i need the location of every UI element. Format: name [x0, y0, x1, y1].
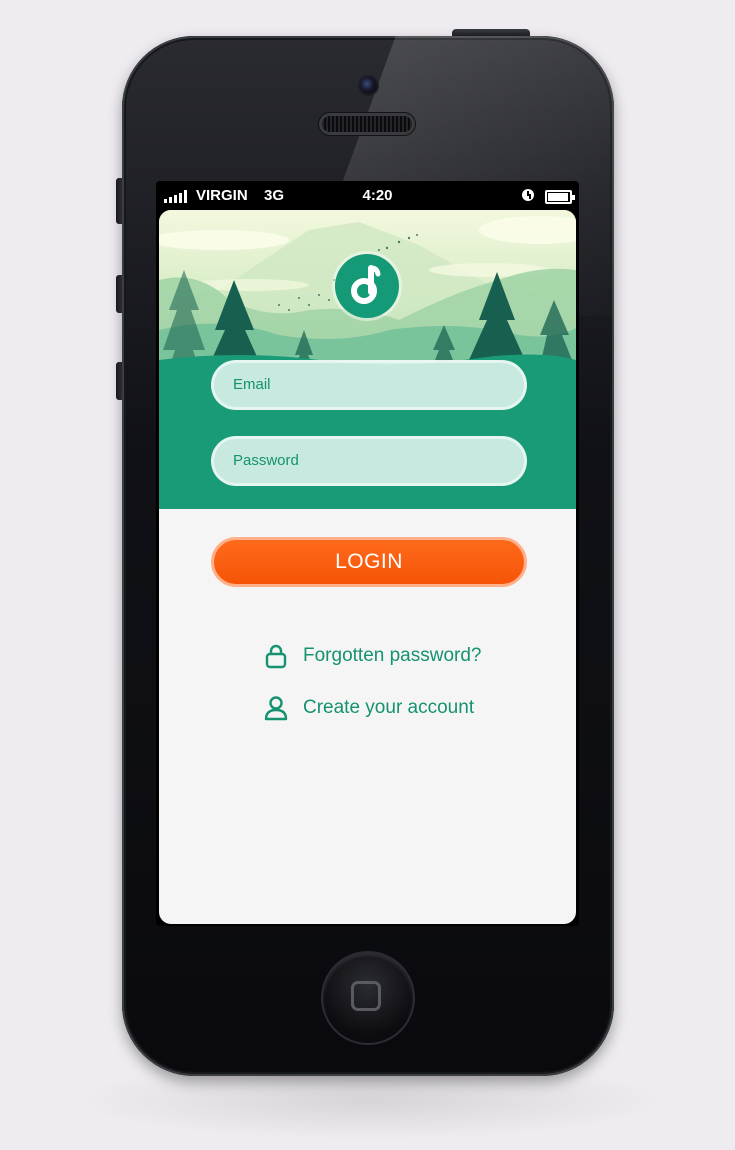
music-note-icon: [351, 265, 381, 304]
create-account-link[interactable]: Create your account: [263, 694, 474, 722]
app-logo: [335, 254, 399, 318]
password-field[interactable]: Password: [211, 436, 527, 486]
alarm-clock-icon: [522, 189, 534, 201]
home-square-icon: [351, 981, 381, 1011]
user-icon: [264, 696, 288, 721]
phone-screen: VIRGIN 3G 4:20 Email Password LOGIN Forg…: [156, 181, 579, 926]
battery-icon: [545, 190, 575, 204]
home-button[interactable]: [323, 953, 413, 1043]
create-account-label: Create your account: [303, 697, 475, 718]
status-bar: VIRGIN 3G 4:20: [156, 181, 579, 209]
login-button[interactable]: LOGIN: [211, 537, 527, 587]
forest-header: Email Password: [159, 210, 576, 509]
lock-icon: [265, 644, 287, 669]
earpiece-speaker: [322, 116, 412, 132]
email-field[interactable]: Email: [211, 360, 527, 410]
forgot-password-label: Forgotten password?: [303, 645, 482, 666]
login-screen: Email Password LOGIN Forgotten password?…: [159, 210, 576, 924]
forgot-password-link[interactable]: Forgotten password?: [263, 642, 482, 670]
status-time: 4:20: [362, 187, 393, 204]
front-camera: [360, 77, 377, 94]
